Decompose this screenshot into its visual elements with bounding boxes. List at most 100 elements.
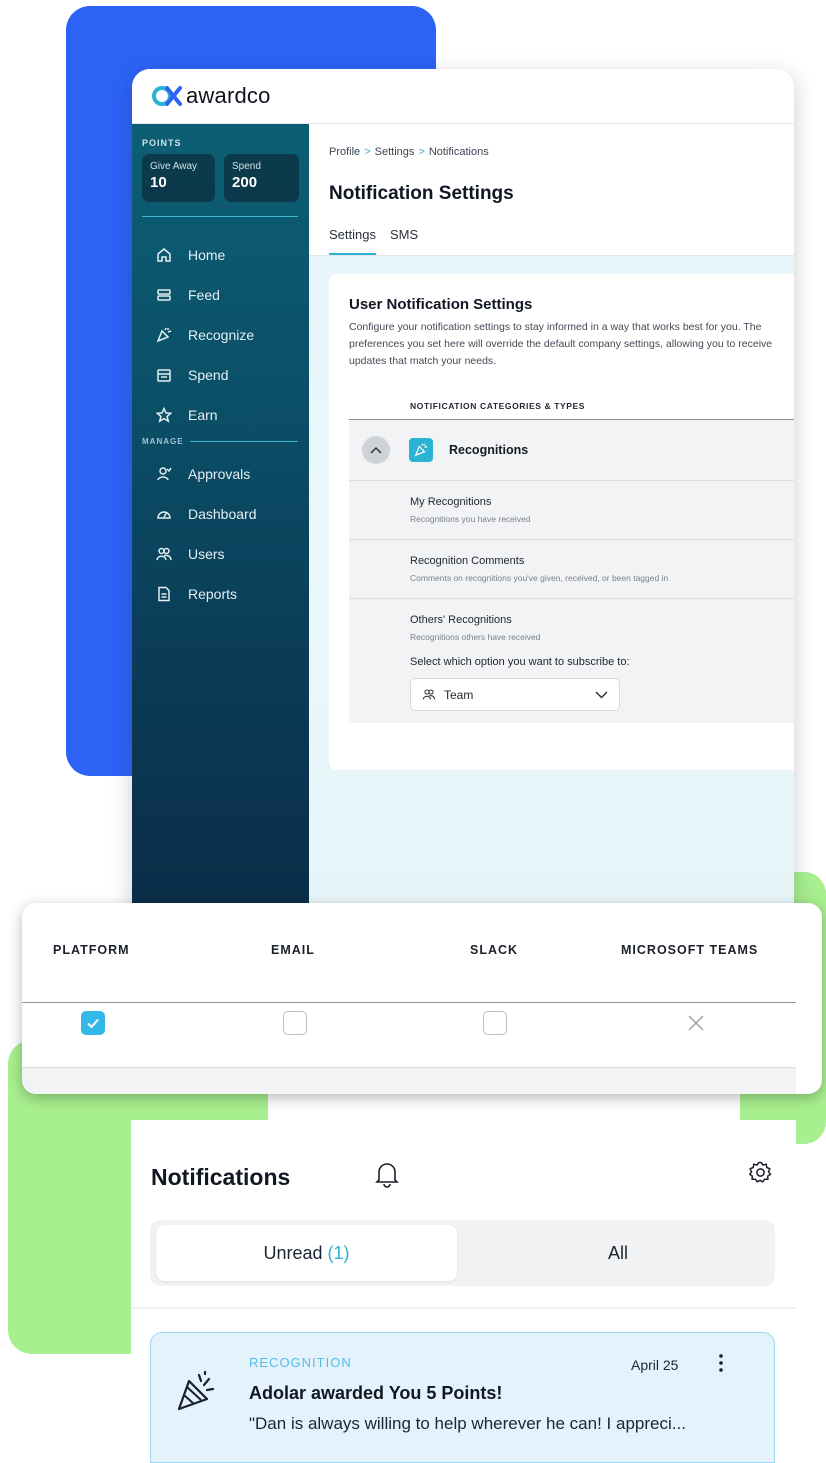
notification-headline: Adolar awarded You 5 Points!: [249, 1383, 503, 1403]
sidebar-item-label: Recognize: [188, 327, 255, 343]
spend-points-card[interactable]: Spend 200: [224, 154, 299, 202]
tab-sms[interactable]: SMS: [390, 227, 418, 255]
category-name: Recognitions: [449, 443, 529, 458]
notification-category: RECOGNITION: [249, 1355, 352, 1370]
sidebar-item-feed[interactable]: Feed: [132, 275, 309, 315]
breadcrumb-separator: >: [418, 146, 425, 158]
breadcrumb-profile[interactable]: Profile: [329, 146, 360, 158]
column-email: EMAIL: [271, 943, 315, 957]
channels-header-row: PLATFORM EMAIL SLACK MICROSOFT TEAMS: [22, 903, 796, 1003]
user-notification-settings-card: User Notification Settings Configure you…: [329, 274, 794, 770]
notification-channels-panel: PLATFORM EMAIL SLACK MICROSOFT TEAMS: [22, 903, 822, 1094]
users-icon: [422, 689, 436, 700]
notifications-panel: Notifications Unread (1) All RECOGNITION…: [131, 1120, 796, 1463]
app-top-bar: awardco: [132, 69, 794, 124]
gauge-icon: [157, 511, 171, 519]
sidebar-item-reports[interactable]: Reports: [132, 574, 309, 614]
notification-type-row: Others' Recognitions Recognitions others…: [349, 599, 794, 642]
type-description: Recognitions others have received: [410, 632, 541, 643]
breadcrumb-settings[interactable]: Settings: [375, 146, 415, 158]
page-title: Notification Settings: [329, 183, 514, 204]
column-slack: SLACK: [470, 943, 519, 957]
notification-date: April 25: [631, 1357, 679, 1373]
give-away-points-card[interactable]: Give Away 10: [142, 154, 216, 202]
subscribe-select-value: Team: [444, 687, 474, 702]
subscribe-select[interactable]: Team: [410, 678, 620, 712]
breadcrumb-notifications: Notifications: [428, 146, 489, 158]
type-description: Recognitions you have received: [410, 514, 531, 525]
type-name: My Recognitions: [410, 496, 492, 509]
sidebar-item-users[interactable]: Users: [132, 534, 309, 574]
sidebar-item-label: Approvals: [188, 466, 251, 482]
tab-unread[interactable]: Unread (1): [156, 1225, 457, 1281]
categories-table: Recognitions My Recognitions Recognition…: [349, 419, 794, 724]
notifications-divider: [131, 1307, 796, 1309]
unread-count: (1): [327, 1242, 350, 1263]
email-checkbox[interactable]: [283, 1011, 307, 1035]
check-icon: [87, 1018, 99, 1029]
sidebar-item-label: Earn: [188, 407, 218, 423]
points-summary: Give Away 10 Spend 200: [132, 148, 309, 202]
tab-all[interactable]: All: [467, 1225, 769, 1281]
type-description: Comments on recognitions you've given, r…: [410, 573, 669, 584]
bell-icon[interactable]: [374, 1160, 400, 1188]
channels-footer: [22, 1068, 796, 1094]
party-popper-icon: [177, 1370, 215, 1411]
notification-body: "Dan is always willing to help wherever …: [249, 1414, 686, 1433]
breadcrumb: Profile > Settings > Notifications: [329, 146, 794, 158]
feed-icon: [157, 289, 171, 301]
gear-icon[interactable]: [749, 1160, 773, 1184]
sidebar-nav: Home Feed Recognize Spend Earn: [132, 217, 309, 435]
manage-section-header: MANAGE: [142, 437, 298, 446]
type-name: Others' Recognitions: [410, 614, 512, 627]
approval-icon: [157, 467, 172, 481]
settings-tabs: Settings SMS: [329, 227, 418, 255]
spend-value: 200: [232, 174, 258, 191]
sidebar: POINTS Give Away 10 Spend 200 Home Feed: [132, 124, 309, 929]
brand-name: awardco: [186, 83, 271, 108]
sidebar-item-label: Users: [188, 546, 225, 562]
tab-settings[interactable]: Settings: [329, 227, 376, 255]
notification-filter-tabs: Unread (1) All: [150, 1220, 775, 1286]
collapse-button[interactable]: [362, 436, 390, 465]
subscribe-label: Select which option you want to subscrib…: [410, 656, 630, 669]
sidebar-item-dashboard[interactable]: Dashboard: [132, 494, 309, 534]
sidebar-item-label: Dashboard: [188, 506, 257, 522]
app-window: awardco POINTS Give Away 10 Spend 200 Ho…: [132, 69, 794, 929]
star-icon: [156, 407, 172, 423]
category-row-recognitions[interactable]: Recognitions: [349, 420, 794, 482]
sidebar-item-home[interactable]: Home: [132, 235, 309, 275]
tab-unread-label: Unread: [263, 1242, 323, 1263]
party-popper-icon: [156, 327, 172, 343]
sidebar-item-approvals[interactable]: Approvals: [132, 454, 309, 494]
more-options-icon[interactable]: [711, 1351, 731, 1375]
home-icon: [157, 248, 171, 262]
category-icon: [409, 438, 433, 463]
breadcrumb-separator: >: [364, 146, 371, 158]
type-name: Recognition Comments: [410, 555, 525, 568]
party-popper-icon: [414, 443, 428, 457]
slack-checkbox[interactable]: [483, 1011, 507, 1035]
chevron-down-icon: [595, 691, 608, 699]
platform-checkbox[interactable]: [81, 1011, 105, 1035]
sidebar-manage-nav: Approvals Dashboard Users Reports: [132, 454, 309, 614]
column-platform: PLATFORM: [53, 943, 130, 957]
page-header: Profile > Settings > Notifications Notificat…: [309, 124, 794, 256]
column-microsoft-teams: MICROSOFT TEAMS: [621, 943, 759, 957]
card-title: User Notification Settings: [349, 296, 533, 313]
document-icon: [158, 586, 170, 602]
sidebar-item-label: Feed: [188, 287, 220, 303]
main-content: Profile > Settings > Notifications Notificat…: [309, 124, 794, 929]
sidebar-item-earn[interactable]: Earn: [132, 395, 309, 435]
give-away-label: Give Away: [150, 161, 198, 172]
notification-item[interactable]: RECOGNITION April 25 Adolar awarded You …: [150, 1332, 775, 1463]
points-label: POINTS: [142, 138, 182, 148]
sidebar-item-recognize[interactable]: Recognize: [132, 315, 309, 355]
notifications-title: Notifications: [151, 1164, 291, 1190]
close-icon: [688, 1015, 704, 1031]
notification-type-row: My Recognitions Recognitions you have re…: [349, 481, 794, 541]
sidebar-item-spend[interactable]: Spend: [132, 355, 309, 395]
users-icon: [156, 547, 172, 561]
sidebar-item-label: Spend: [188, 367, 229, 383]
spend-label: Spend: [232, 161, 261, 172]
